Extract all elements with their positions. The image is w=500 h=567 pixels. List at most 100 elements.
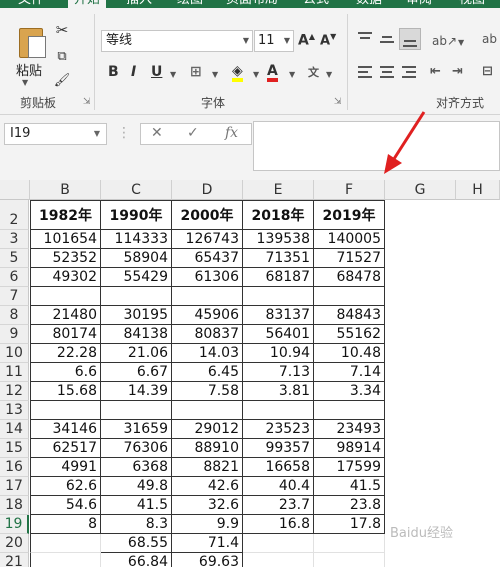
data-cell[interactable]: 3.81 bbox=[243, 382, 314, 401]
tab-view[interactable]: 视图 bbox=[459, 0, 485, 8]
decrease-indent-icon[interactable]: ⇤ bbox=[430, 64, 441, 79]
data-cell[interactable]: 41.5 bbox=[314, 477, 385, 496]
row-header[interactable]: 16 bbox=[0, 458, 29, 477]
chevron-down-icon[interactable]: ▼ bbox=[170, 70, 176, 79]
format-painter-icon[interactable]: 🖌 bbox=[52, 70, 72, 90]
data-cell[interactable]: 49.8 bbox=[101, 477, 172, 496]
data-cell[interactable] bbox=[314, 553, 385, 567]
column-header[interactable]: B bbox=[30, 180, 101, 200]
chevron-down-icon[interactable]: ▼ bbox=[458, 38, 464, 47]
data-cell[interactable]: 84843 bbox=[314, 306, 385, 325]
row-header[interactable]: 18 bbox=[0, 496, 29, 515]
paste-dropdown-icon[interactable]: ▼ bbox=[22, 78, 28, 87]
row-header[interactable]: 19 bbox=[0, 515, 29, 534]
data-cell[interactable]: 56401 bbox=[243, 325, 314, 344]
data-cell[interactable]: 23493 bbox=[314, 420, 385, 439]
italic-button[interactable]: I bbox=[131, 64, 136, 80]
align-center-icon[interactable] bbox=[380, 66, 396, 82]
chevron-down-icon[interactable]: ▼ bbox=[326, 70, 332, 79]
cancel-icon[interactable]: ✕ bbox=[151, 125, 163, 141]
data-cell[interactable]: 17599 bbox=[314, 458, 385, 477]
phonetic-icon[interactable]: 文 bbox=[308, 64, 319, 80]
data-cell[interactable]: 16658 bbox=[243, 458, 314, 477]
underline-button[interactable]: U bbox=[151, 64, 162, 80]
data-cell[interactable] bbox=[243, 553, 314, 567]
column-header[interactable]: E bbox=[243, 180, 314, 200]
bold-button[interactable]: B bbox=[108, 64, 119, 80]
data-cell[interactable]: 41.5 bbox=[101, 496, 172, 515]
data-cell[interactable]: 17.8 bbox=[314, 515, 385, 534]
tab-insert[interactable]: 插入 bbox=[126, 0, 152, 8]
data-cell[interactable]: 99357 bbox=[243, 439, 314, 458]
data-cell[interactable]: 14.03 bbox=[172, 344, 243, 363]
data-cell[interactable]: 4991 bbox=[30, 458, 101, 477]
data-cell[interactable]: 55429 bbox=[101, 268, 172, 287]
data-cell[interactable]: 23.7 bbox=[243, 496, 314, 515]
row-header[interactable]: 9 bbox=[0, 325, 29, 344]
data-cell[interactable]: 8.3 bbox=[101, 515, 172, 534]
tab-draw[interactable]: 绘图 bbox=[177, 0, 203, 8]
data-cell[interactable] bbox=[30, 401, 101, 420]
data-cell[interactable]: 22.28 bbox=[30, 344, 101, 363]
font-color-icon[interactable]: A bbox=[267, 64, 278, 82]
data-cell[interactable]: 3.34 bbox=[314, 382, 385, 401]
row-header[interactable]: 21 bbox=[0, 553, 29, 567]
align-top-icon[interactable] bbox=[358, 32, 374, 46]
select-all-corner[interactable] bbox=[0, 180, 30, 200]
data-cell[interactable]: 62.6 bbox=[30, 477, 101, 496]
data-cell[interactable]: 54.6 bbox=[30, 496, 101, 515]
data-cell[interactable]: 101654 bbox=[30, 230, 101, 249]
tab-formulas[interactable]: 公式 bbox=[303, 0, 329, 8]
year-header-cell[interactable]: 1990年 bbox=[101, 200, 172, 230]
data-cell[interactable]: 55162 bbox=[314, 325, 385, 344]
tab-data[interactable]: 数据 bbox=[356, 0, 382, 8]
increase-font-icon[interactable]: A▲ bbox=[298, 32, 315, 49]
data-cell[interactable] bbox=[172, 287, 243, 306]
name-box[interactable]: I19 ▼ bbox=[4, 123, 107, 145]
data-cell[interactable]: 68187 bbox=[243, 268, 314, 287]
data-cell[interactable]: 80837 bbox=[172, 325, 243, 344]
data-cell[interactable] bbox=[314, 534, 385, 553]
tab-home[interactable]: 开始 bbox=[68, 0, 107, 8]
data-cell[interactable]: 9.9 bbox=[172, 515, 243, 534]
column-header[interactable]: G bbox=[385, 180, 456, 200]
increase-indent-icon[interactable]: ⇥ bbox=[452, 64, 463, 79]
formula-input[interactable] bbox=[253, 121, 500, 171]
data-cell[interactable]: 114333 bbox=[101, 230, 172, 249]
data-cell[interactable]: 34146 bbox=[30, 420, 101, 439]
column-header[interactable]: F bbox=[314, 180, 385, 200]
year-header-cell[interactable]: 2018年 bbox=[243, 200, 314, 230]
row-header[interactable]: 6 bbox=[0, 268, 29, 287]
data-cell[interactable]: 80174 bbox=[30, 325, 101, 344]
data-cell[interactable]: 10.48 bbox=[314, 344, 385, 363]
data-cell[interactable]: 71527 bbox=[314, 249, 385, 268]
row-header[interactable]: 14 bbox=[0, 420, 29, 439]
font-launcher-icon[interactable]: ⇲ bbox=[334, 97, 342, 107]
wrap-text-icon[interactable]: ab bbox=[482, 32, 497, 46]
data-cell[interactable]: 21480 bbox=[30, 306, 101, 325]
row-header[interactable]: 3 bbox=[0, 230, 29, 249]
tab-page-layout[interactable]: 页面布局 bbox=[226, 0, 278, 8]
year-header-cell[interactable]: 2000年 bbox=[172, 200, 243, 230]
data-cell[interactable]: 6.67 bbox=[101, 363, 172, 382]
chevron-down-icon[interactable]: ▼ bbox=[289, 70, 295, 79]
data-cell[interactable]: 21.06 bbox=[101, 344, 172, 363]
data-cell[interactable] bbox=[172, 401, 243, 420]
data-cell[interactable]: 7.13 bbox=[243, 363, 314, 382]
row-header[interactable]: 17 bbox=[0, 477, 29, 496]
row-header[interactable]: 12 bbox=[0, 382, 29, 401]
data-cell[interactable]: 7.14 bbox=[314, 363, 385, 382]
data-cell[interactable]: 23.8 bbox=[314, 496, 385, 515]
row-header[interactable]: 15 bbox=[0, 439, 29, 458]
row-header[interactable]: 2 bbox=[0, 200, 29, 230]
row-header[interactable]: 5 bbox=[0, 249, 29, 268]
data-cell[interactable]: 7.58 bbox=[172, 382, 243, 401]
data-cell[interactable]: 83137 bbox=[243, 306, 314, 325]
data-cell[interactable] bbox=[30, 553, 101, 567]
year-header-cell[interactable]: 1982年 bbox=[30, 200, 101, 230]
data-cell[interactable] bbox=[30, 287, 101, 306]
cut-icon[interactable]: ✂ bbox=[52, 20, 72, 40]
data-cell[interactable] bbox=[30, 534, 101, 553]
enter-icon[interactable]: ✓ bbox=[187, 125, 199, 141]
chevron-down-icon[interactable]: ▼ bbox=[212, 70, 218, 79]
